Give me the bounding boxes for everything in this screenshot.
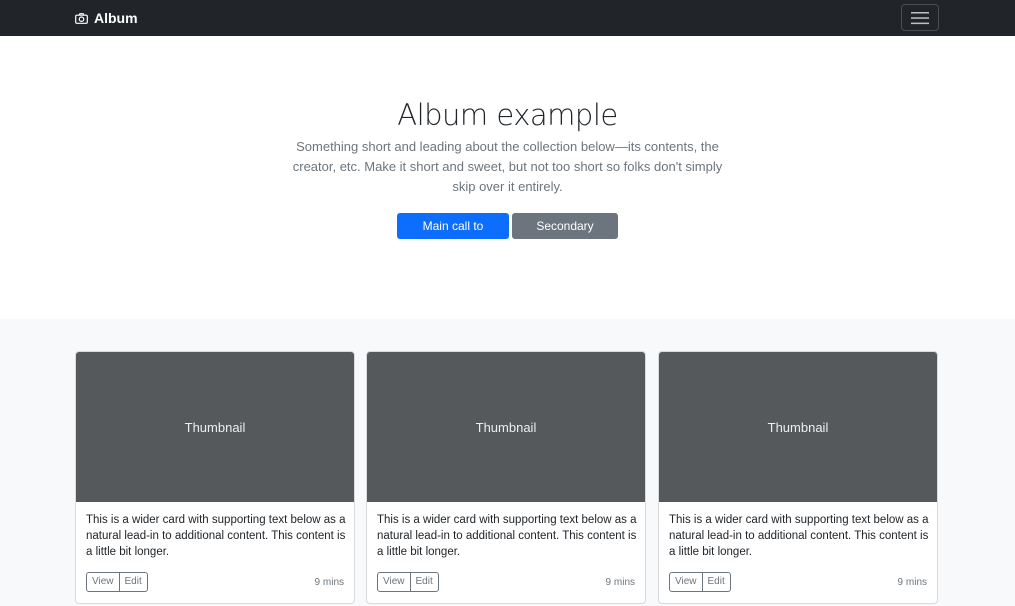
album-card: Thumbnail This is a wider card with supp… bbox=[658, 351, 938, 604]
edit-button[interactable]: Edit bbox=[118, 572, 148, 592]
hero-title: Album example bbox=[397, 98, 618, 132]
card-body: This is a wider card with supporting tex… bbox=[659, 502, 937, 602]
navbar: Album bbox=[0, 0, 1015, 36]
view-button[interactable]: View bbox=[86, 572, 120, 592]
card-thumbnail: Thumbnail bbox=[367, 352, 645, 502]
camera-icon bbox=[75, 12, 88, 24]
edit-button[interactable]: Edit bbox=[701, 572, 731, 592]
view-button[interactable]: View bbox=[669, 572, 703, 592]
card-button-group: View Edit bbox=[669, 572, 731, 592]
brand-label: Album bbox=[94, 10, 138, 26]
card-time: 9 mins bbox=[314, 576, 344, 588]
card-thumbnail: Thumbnail bbox=[659, 352, 937, 502]
card-time: 9 mins bbox=[605, 576, 635, 588]
hero-buttons: Main call to action Secondary action bbox=[0, 213, 1015, 259]
hamburger-icon bbox=[911, 11, 929, 24]
edit-button[interactable]: Edit bbox=[409, 572, 439, 592]
album-section: Thumbnail This is a wider card with supp… bbox=[0, 319, 1015, 606]
hero-lead-text: Something short and leading about the co… bbox=[292, 139, 723, 194]
hero-section: Album example Something short and leadin… bbox=[0, 36, 1015, 319]
card-footer: View Edit 9 mins bbox=[86, 572, 344, 592]
album-card: Thumbnail This is a wider card with supp… bbox=[75, 351, 355, 604]
main-call-to-action-button[interactable]: Main call to action bbox=[397, 213, 509, 259]
card-footer: View Edit 9 mins bbox=[377, 572, 635, 592]
album-card: Thumbnail This is a wider card with supp… bbox=[366, 351, 646, 604]
thumbnail-label: Thumbnail bbox=[184, 419, 246, 435]
brand-link[interactable]: Album bbox=[75, 9, 138, 27]
card-text: This is a wider card with supporting tex… bbox=[377, 514, 637, 558]
card-body: This is a wider card with supporting tex… bbox=[76, 502, 354, 602]
card-footer: View Edit 9 mins bbox=[669, 572, 927, 592]
card-text: This is a wider card with supporting tex… bbox=[669, 514, 929, 558]
secondary-action-button[interactable]: Secondary action bbox=[512, 213, 618, 259]
navbar-toggle-button[interactable] bbox=[901, 4, 939, 31]
card-button-group: View Edit bbox=[86, 572, 148, 592]
card-button-group: View Edit bbox=[377, 572, 439, 592]
view-button[interactable]: View bbox=[377, 572, 411, 592]
card-time: 9 mins bbox=[897, 576, 927, 588]
card-body: This is a wider card with supporting tex… bbox=[367, 502, 645, 602]
thumbnail-label: Thumbnail bbox=[767, 419, 829, 435]
card-text: This is a wider card with supporting tex… bbox=[86, 514, 346, 558]
card-thumbnail: Thumbnail bbox=[76, 352, 354, 502]
thumbnail-label: Thumbnail bbox=[475, 419, 537, 435]
